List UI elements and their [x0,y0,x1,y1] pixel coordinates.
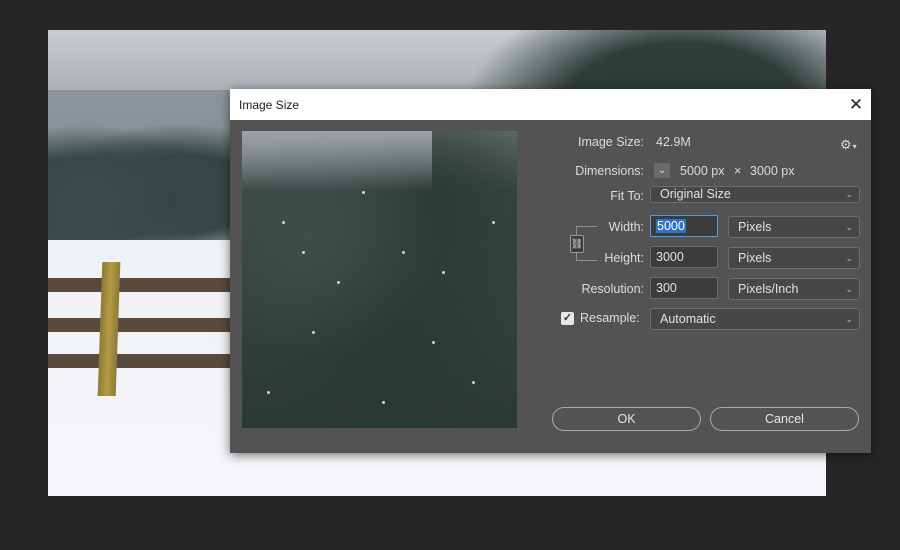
fence-rail [48,278,230,292]
height-label: Height: [604,251,644,265]
fence-rail [48,318,230,332]
ok-button[interactable]: OK [552,407,701,431]
snowflake [402,251,405,254]
width-label: Width: [608,220,644,234]
chevron-down-icon: ⌄ [657,165,667,176]
checkmark-icon: ✓ [562,312,573,324]
close-button[interactable]: ✕ [841,89,871,120]
height-input[interactable]: 3000 [650,246,718,268]
height-unit-select[interactable]: Pixels ⌄ [728,247,860,269]
snowflake [382,401,385,404]
resolution-unit-select[interactable]: Pixels/Inch ⌄ [728,278,860,300]
width-unit-select[interactable]: Pixels ⌄ [728,216,860,238]
fit-to-value: Original Size [660,187,731,201]
snowflake [362,191,365,194]
resolution-input[interactable]: 300 [650,277,718,299]
resolution-unit: Pixels/Inch [738,282,799,296]
preview-sky [242,131,432,191]
height-value: 3000 [656,250,684,264]
width-input[interactable]: 5000 [650,215,718,237]
resolution-value: 300 [656,281,677,295]
canvas-trees-left [48,125,238,250]
link-icon: ⛓ [570,238,584,250]
resolution-label: Resolution: [581,282,644,296]
dimensions-height: 3000 px [750,164,795,178]
chevron-down-icon: ▾ [852,142,857,151]
image-size-label: Image Size: [577,135,644,149]
chevron-down-icon: ⌄ [845,314,853,324]
snowflake [312,331,315,334]
gear-menu-button[interactable]: ⚙▾ [840,137,857,153]
gear-icon: ⚙ [840,137,852,152]
image-preview[interactable] [242,131,517,428]
dimensions-label: Dimensions: [575,164,644,178]
width-unit: Pixels [738,220,772,234]
snowflake [302,251,305,254]
dimensions-times: × [734,164,742,178]
dialog-titlebar[interactable]: Image Size ✕ [230,89,871,120]
snowflake [282,221,285,224]
snowflake [442,271,445,274]
image-size-value: 42.9M [656,135,691,149]
height-unit: Pixels [738,251,772,265]
cancel-button[interactable]: Cancel [710,407,859,431]
snowflake [472,381,475,384]
chevron-down-icon: ⌄ [845,253,853,263]
chevron-down-icon: ⌄ [845,284,853,294]
resample-checkbox[interactable]: ✓ [561,312,574,325]
snowflake [492,221,495,224]
dimensions-width: 5000 px [680,164,725,178]
resample-label: Resample: [580,311,640,325]
resample-value: Automatic [660,312,716,326]
dialog-title: Image Size [239,98,300,112]
image-size-dialog: Image Size ✕ Image Size: 42.9M ⚙▾ Dimens… [230,89,871,453]
chevron-down-icon: ⌄ [845,222,853,232]
close-icon: ✕ [848,94,864,114]
resample-select[interactable]: Automatic ⌄ [650,308,860,330]
fit-to-label: Fit To: [610,189,644,203]
snowflake [337,281,340,284]
snowflake [267,391,270,394]
width-value: 5000 [656,219,686,233]
snowflake [432,341,435,344]
dimensions-dropdown-toggle[interactable]: ⌄ [654,163,670,178]
fit-to-select[interactable]: Original Size ⌄ [650,186,860,203]
fence-rail [48,354,230,368]
chevron-down-icon: ⌄ [845,189,853,199]
